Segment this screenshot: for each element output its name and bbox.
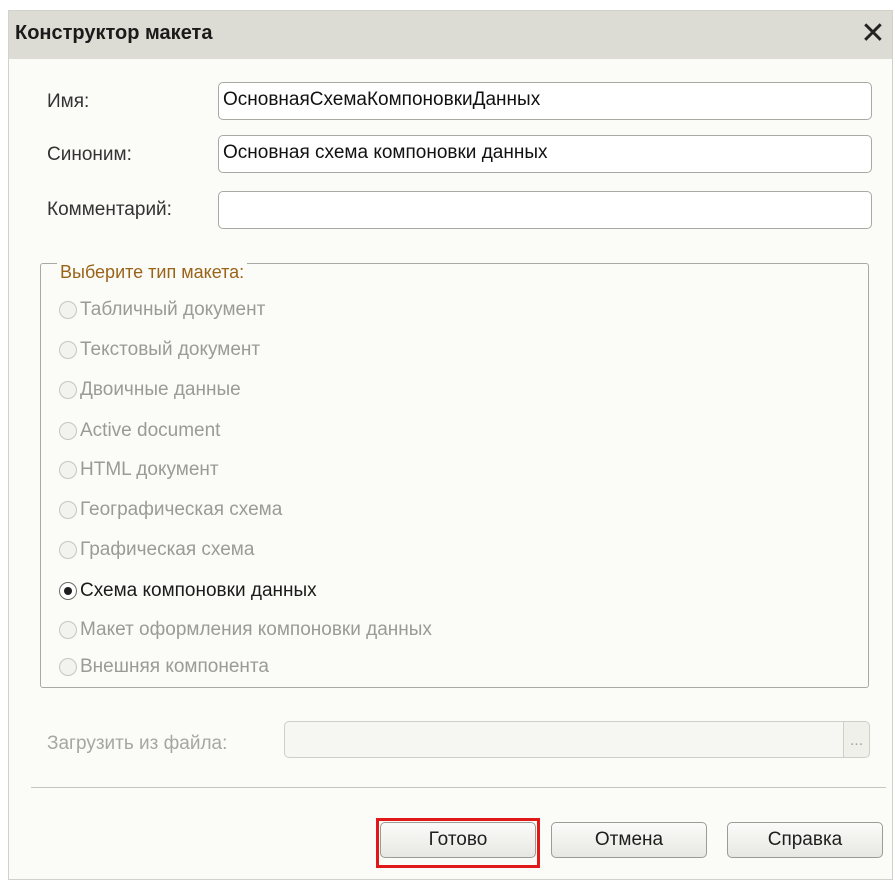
- radio-label: Текстовый документ: [80, 339, 261, 360]
- layout-designer-dialog: Конструктор макета ✕ Имя: ОсновнаяСхемаК…: [8, 10, 893, 880]
- radio-label: Active document: [80, 420, 221, 441]
- radio-active-document[interactable]: Active document: [59, 420, 220, 442]
- comment-label: Комментарий:: [47, 199, 172, 220]
- radio-label: Макет оформления компоновки данных: [80, 619, 432, 640]
- radio-unchecked-icon: [59, 621, 77, 639]
- radio-composition-appearance-template[interactable]: Макет оформления компоновки данных: [59, 619, 432, 641]
- radio-unchecked-icon: [59, 658, 77, 676]
- radio-unchecked-icon: [59, 381, 77, 399]
- title-bar: Конструктор макета ✕: [9, 11, 892, 59]
- dialog-title: Конструктор макета: [15, 22, 213, 44]
- radio-label: Географическая схема: [80, 499, 283, 520]
- radio-unchecked-icon: [59, 541, 77, 559]
- name-field[interactable]: ОсновнаяСхемаКомпоновкиДанных: [218, 82, 872, 120]
- radio-geographic-schema[interactable]: Географическая схема: [59, 499, 282, 521]
- divider: [31, 787, 886, 788]
- radio-unchecked-icon: [59, 461, 77, 479]
- close-icon[interactable]: ✕: [856, 16, 890, 52]
- synonym-field[interactable]: Основная схема компоновки данных: [218, 135, 872, 173]
- radio-label: Графическая схема: [80, 539, 255, 560]
- browse-button[interactable]: ...: [843, 721, 870, 758]
- radio-data-composition-schema[interactable]: Схема компоновки данных: [59, 580, 317, 602]
- load-file-label: Загрузить из файла:: [47, 733, 228, 754]
- name-label: Имя:: [47, 91, 90, 112]
- radio-label: Двоичные данные: [80, 379, 241, 400]
- highlight-box: [376, 818, 540, 868]
- synonym-label: Синоним:: [47, 144, 132, 165]
- radio-html-document[interactable]: HTML документ: [59, 459, 219, 481]
- radio-label: Схема компоновки данных: [80, 580, 317, 601]
- radio-unchecked-icon: [59, 422, 77, 440]
- radio-unchecked-icon: [59, 341, 77, 359]
- comment-field[interactable]: [218, 191, 872, 229]
- radio-label: Внешняя компонента: [80, 656, 269, 677]
- radio-text-document[interactable]: Текстовый документ: [59, 339, 260, 361]
- cancel-button[interactable]: Отмена: [551, 822, 707, 858]
- layout-type-legend: Выберите тип макета:: [57, 262, 248, 283]
- radio-unchecked-icon: [59, 301, 77, 319]
- radio-graphic-schema[interactable]: Графическая схема: [59, 539, 254, 561]
- radio-spreadsheet-document[interactable]: Табличный документ: [59, 299, 265, 321]
- radio-checked-icon: [59, 582, 77, 600]
- help-button[interactable]: Справка: [727, 822, 883, 858]
- radio-label: Табличный документ: [80, 299, 266, 320]
- radio-binary-data[interactable]: Двоичные данные: [59, 379, 241, 401]
- radio-unchecked-icon: [59, 501, 77, 519]
- radio-external-component[interactable]: Внешняя компонента: [59, 656, 269, 678]
- radio-label: HTML документ: [80, 459, 219, 480]
- load-file-field[interactable]: [284, 721, 847, 758]
